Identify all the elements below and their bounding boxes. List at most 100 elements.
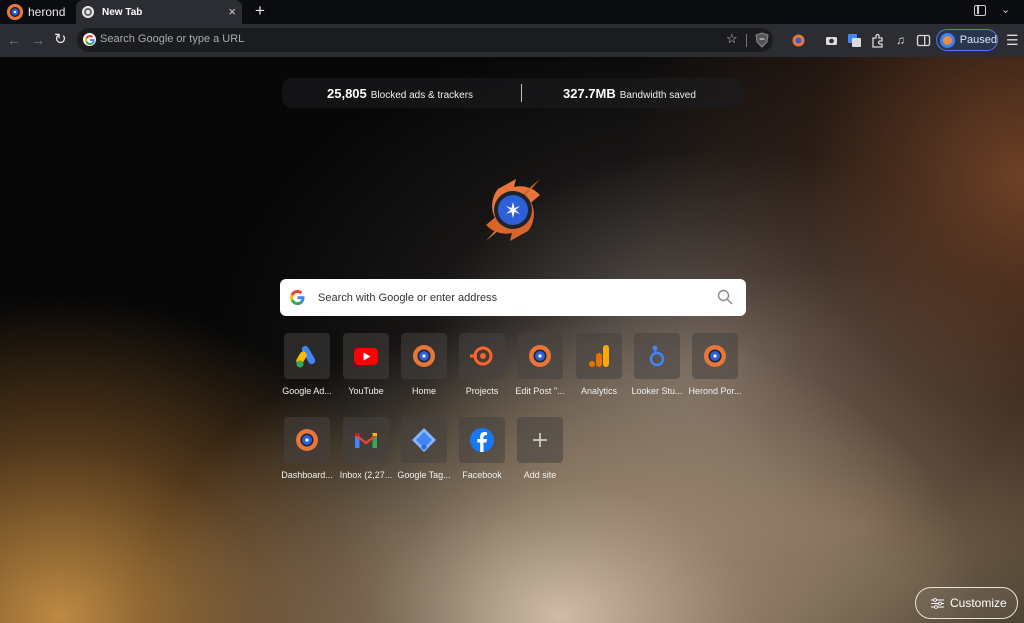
tile-label: Projects [465,386,499,396]
herond-logo-icon [486,179,540,241]
top-site-tile[interactable]: Edit Post "... [514,333,572,403]
plus-icon [533,433,547,447]
tile-label: Analytics [580,386,617,396]
gmail-icon [355,433,377,448]
youtube-icon [354,348,378,365]
browser-brand-name: herond [28,5,66,19]
screenshot-camera-icon[interactable] [824,33,839,48]
tile-icon-box [401,417,447,463]
sliders-icon [931,597,944,609]
tile-icon-box [692,333,738,379]
customize-button[interactable]: Customize [915,587,1018,619]
tile-icon-box [284,333,330,379]
google-analytics-icon [589,345,609,367]
tile-icon-box [401,333,447,379]
tile-icon-box [634,333,680,379]
bandwidth-label: Bandwidth saved [619,90,696,101]
tile-label: Edit Post "... [515,386,565,396]
herond-icon [529,345,551,367]
profile-status: Paused [959,34,997,46]
sidebar-icon[interactable] [916,33,931,48]
forward-button[interactable]: → [31,32,45,48]
tile-label: Facebook [462,470,502,480]
privacy-stats: 25,805 Blocked ads & trackers 327.7MB Ba… [282,78,744,108]
tile-icon-box [459,333,505,379]
shield-icon[interactable] [755,32,769,48]
google-icon [83,33,96,46]
google-ads-icon [296,345,316,368]
back-button[interactable]: ← [7,32,21,48]
tile-icon-box [343,417,389,463]
tab-search-chevron-icon[interactable]: ⌄ [1001,3,1010,16]
new-tab-page: 25,805 Blocked ads & trackers 327.7MB Ba… [0,57,1024,623]
top-site-tile[interactable]: Inbox (2,27... [340,417,398,487]
customize-label: Customize [950,596,1007,610]
browser-brand: herond [0,0,74,24]
blocked-stat: 25,805 Blocked ads & trackers [327,86,473,101]
top-site-tile[interactable]: Home [398,333,456,403]
herond-tab-favicon-icon [82,6,94,18]
avatar [940,32,955,48]
reload-button[interactable]: ↻ [54,32,67,48]
profile-button[interactable]: Paused [936,29,998,51]
tile-label: Inbox (2,27... [339,470,393,480]
address-bar-placeholder: Search Google or type a URL [100,33,245,45]
tile-label: YouTube [348,386,384,396]
search-icon[interactable] [717,289,733,305]
main-menu-icon[interactable]: ☰ [1006,32,1019,48]
top-site-tile[interactable]: Projects [456,333,514,403]
top-site-tile[interactable]: Analytics [573,333,631,403]
looker-studio-icon [649,345,665,367]
tile-label: Dashboard... [281,470,333,480]
herond-icon [413,345,435,367]
top-site-tile[interactable]: Dashboard... [281,417,339,487]
bookmark-star-icon[interactable]: ☆ [726,32,738,46]
tab-strip: herond New Tab × + ⌄ [0,0,1024,24]
address-bar-divider [746,34,747,47]
extensions-puzzle-icon[interactable] [870,33,885,48]
tab-close-button[interactable]: × [228,4,236,20]
tile-label: Google Tag... [397,470,451,480]
translate-icon[interactable] [847,33,862,48]
herond-icon [296,429,318,451]
add-site-button[interactable]: Add site [514,417,572,487]
tab-new-tab[interactable]: New Tab × [76,0,242,24]
google-tag-manager-icon [412,428,436,452]
top-site-tile[interactable]: Google Ad... [281,333,339,403]
top-site-tile[interactable]: Facebook [456,417,514,487]
top-site-tile[interactable]: Looker Stu... [631,333,689,403]
top-site-tile[interactable]: YouTube [340,333,398,403]
new-tab-button[interactable]: + [255,1,265,21]
tile-label: Herond Por... [688,386,742,396]
top-site-tile[interactable]: Herond Por... [688,333,747,403]
tile-icon-box [517,417,563,463]
tile-label: Google Ad... [282,386,332,396]
toolbar: ← → ↻ Search Google or type a URL ☆ ♫ Pa… [0,24,1024,57]
search-placeholder: Search with Google or enter address [318,292,498,304]
google-icon [290,290,305,305]
semrush-icon [470,346,493,366]
address-bar[interactable]: Search Google or type a URL ☆ [77,28,773,52]
tile-icon-box [576,333,622,379]
herond-wallet-icon[interactable] [791,33,806,48]
tile-icon-box [343,333,389,379]
media-controls-icon[interactable]: ♫ [893,33,908,48]
herond-logo-icon [6,3,24,21]
stats-divider [521,84,522,102]
blocked-count: 25,805 [327,86,367,101]
tile-icon-box [459,417,505,463]
tile-label: Add site [523,470,557,480]
facebook-icon [470,428,494,452]
bandwidth-stat: 327.7MB Bandwidth saved [563,86,696,101]
herond-icon [704,345,726,367]
tile-icon-box [284,417,330,463]
search-box[interactable]: Search with Google or enter address [280,279,746,316]
tile-label: Home [411,386,436,396]
tab-title: New Tab [102,6,143,18]
blocked-label: Blocked ads & trackers [370,90,474,101]
tile-icon-box [517,333,563,379]
top-site-tile[interactable]: Google Tag... [397,417,456,487]
tile-label: Looker Stu... [631,386,683,396]
bandwidth-value: 327.7MB [563,86,616,101]
side-panel-icon[interactable] [974,5,986,16]
